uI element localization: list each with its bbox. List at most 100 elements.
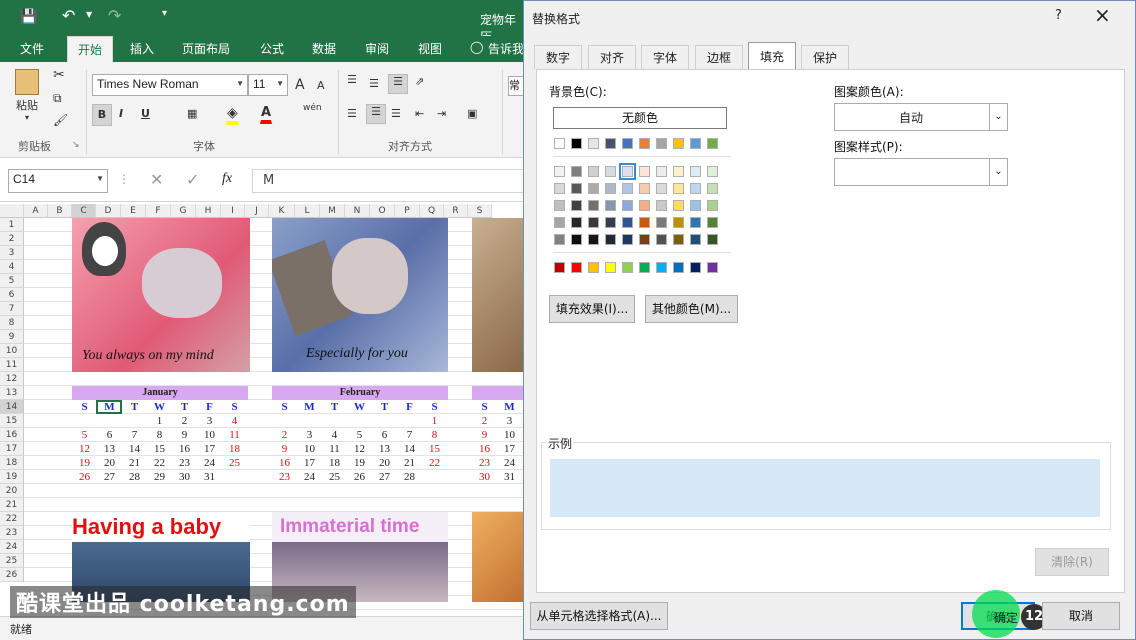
row-header[interactable]: 25 [0,554,24,568]
calendar-day[interactable]: 28 [397,470,422,484]
copy-icon[interactable]: ⧉ [52,90,63,107]
undo-icon[interactable]: ↶ [62,6,75,25]
calendar-day[interactable]: 23 [272,470,297,484]
column-header[interactable]: I [221,204,245,218]
row-header[interactable]: 23 [0,526,24,540]
color-swatch[interactable] [639,262,650,273]
customize-qat-icon[interactable]: ▾ [162,8,167,19]
align-bottom-icon[interactable]: ☰ [388,74,408,94]
tab-page-layout[interactable]: 页面布局 [182,40,230,57]
calendar-day[interactable] [72,414,97,428]
color-swatch[interactable] [639,138,650,149]
color-swatch[interactable] [588,217,599,228]
calendar-day[interactable]: 31 [497,470,522,484]
color-swatch[interactable] [707,217,718,228]
color-swatch[interactable] [588,262,599,273]
column-header[interactable]: S [468,204,492,218]
orientation-icon[interactable]: ⇗ [414,74,425,89]
color-swatch[interactable] [588,183,599,194]
align-left-icon[interactable]: ☰ [346,106,358,121]
row-header[interactable]: 2 [0,232,24,246]
calendar-day[interactable] [322,414,347,428]
color-swatch[interactable] [622,200,633,211]
kitten-picture-6[interactable] [472,512,524,602]
color-swatch[interactable] [622,262,633,273]
increase-indent-icon[interactable]: ⇥ [436,106,447,121]
row-header[interactable]: 24 [0,540,24,554]
color-swatch[interactable] [622,183,633,194]
row-header[interactable]: 18 [0,456,24,470]
row-header[interactable]: 10 [0,344,24,358]
tab-border[interactable]: 边框 [695,45,744,69]
calendar-day[interactable]: 19 [72,456,97,470]
calendar-day[interactable] [97,414,122,428]
color-swatch[interactable] [656,234,667,245]
color-swatch[interactable] [690,166,701,177]
calendar-day[interactable]: 23 [172,456,197,470]
row-header[interactable]: 11 [0,358,24,372]
bold-button[interactable]: B [92,104,112,126]
decrease-indent-icon[interactable]: ⇤ [414,106,425,121]
calendar-day[interactable]: 4 [322,428,347,442]
underline-button[interactable]: U [140,106,151,121]
calendar-day[interactable] [122,414,147,428]
color-swatch[interactable] [605,262,616,273]
align-middle-icon[interactable]: ☰ [368,76,380,91]
calendar-day[interactable]: 11 [222,428,247,442]
calendar-day[interactable]: 15 [147,442,172,456]
color-swatch[interactable] [554,138,565,149]
cell-style-button[interactable]: 常 [508,76,524,96]
row-header[interactable]: 13 [0,386,24,400]
calendar-day[interactable]: 24 [197,456,222,470]
font-size-combo[interactable]: 11 ▼ [248,74,288,96]
color-swatch[interactable] [619,163,636,180]
color-swatch[interactable] [554,166,565,177]
align-center-icon[interactable]: ☰ [366,104,386,124]
calendar-day[interactable]: 22 [147,456,172,470]
font-color-icon[interactable]: A [260,104,273,124]
calendar-day[interactable]: 10 [197,428,222,442]
dialog-launcher-icon[interactable]: ↘ [72,140,80,150]
shrink-font-button[interactable]: A [316,78,326,93]
calendar-day[interactable]: 28 [122,470,147,484]
color-swatch[interactable] [605,183,616,194]
tab-review[interactable]: 审阅 [365,40,389,57]
tab-insert[interactable]: 插入 [130,40,154,57]
format-painter-icon[interactable]: 🖌 [52,112,69,128]
column-header[interactable]: F [146,204,171,218]
color-swatch[interactable] [673,200,684,211]
column-header[interactable]: R [444,204,468,218]
tab-data[interactable]: 数据 [312,40,336,57]
calendar-day[interactable]: 24 [297,470,322,484]
row-header[interactable]: 17 [0,442,24,456]
color-swatch[interactable] [571,183,582,194]
calendar-day[interactable]: 18 [322,456,347,470]
undo-dropdown-icon[interactable]: ▼ [86,10,92,19]
calendar-day[interactable]: 16 [272,456,297,470]
color-swatch[interactable] [605,138,616,149]
calendar-day[interactable]: 3 [297,428,322,442]
row-header[interactable]: 8 [0,316,24,330]
color-swatch[interactable] [639,217,650,228]
grow-font-button[interactable]: A [294,76,306,94]
calendar-day[interactable] [297,414,322,428]
calendar-day[interactable]: 31 [197,470,222,484]
row-header[interactable]: 7 [0,302,24,316]
row-header[interactable]: 4 [0,260,24,274]
column-header[interactable]: C [72,204,96,218]
calendar-day[interactable]: 5 [347,428,372,442]
pattern-style-select[interactable]: ⌄ [834,158,1008,186]
calendar-day[interactable]: 11 [322,442,347,456]
calendar-day[interactable]: 18 [222,442,247,456]
italic-button[interactable]: I [118,106,124,121]
column-header[interactable]: A [24,204,48,218]
color-swatch[interactable] [639,200,650,211]
color-swatch[interactable] [554,234,565,245]
row-header[interactable]: 12 [0,372,24,386]
row-header[interactable]: 3 [0,246,24,260]
name-box[interactable]: C14 ▼ [8,169,108,193]
cut-icon[interactable]: ✂ [52,66,66,84]
calendar-day[interactable] [222,470,247,484]
calendar-day[interactable]: 17 [297,456,322,470]
row-header[interactable]: 16 [0,428,24,442]
